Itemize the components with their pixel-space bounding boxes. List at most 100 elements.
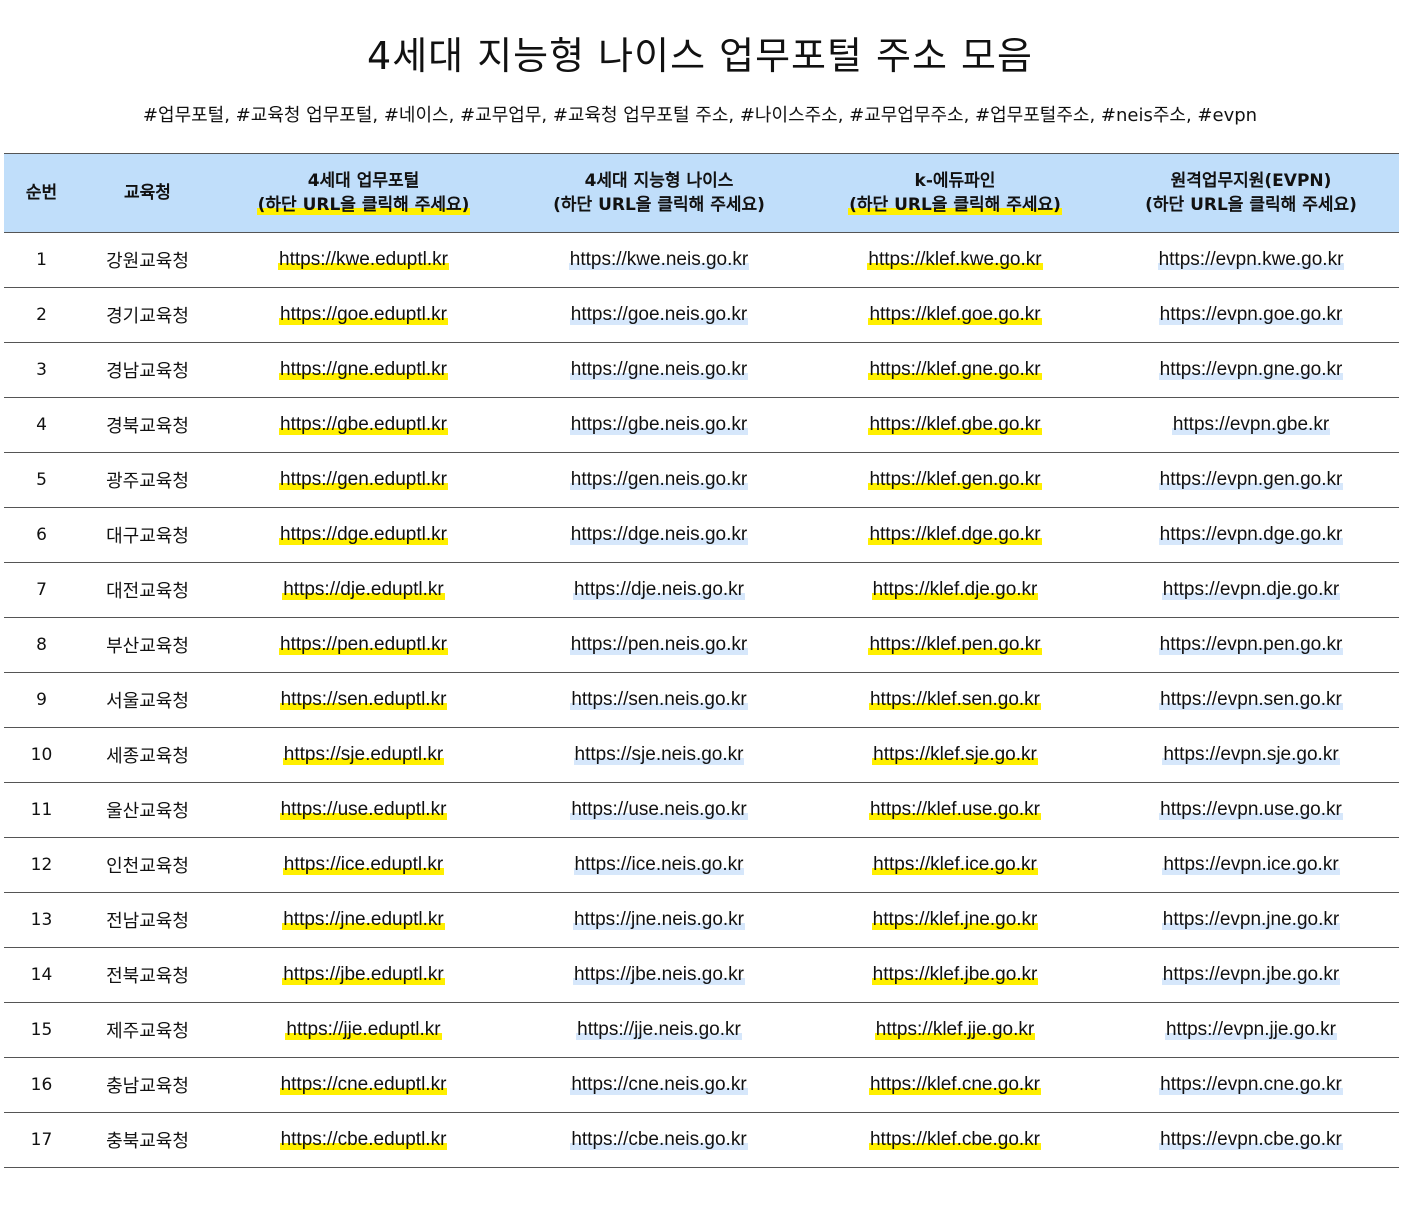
edufine-url-link[interactable]: https://klef.goe.go.kr bbox=[868, 304, 1042, 325]
cell-neis: https://jje.neis.go.kr bbox=[511, 1002, 807, 1058]
neis-url-link[interactable]: https://dge.neis.go.kr bbox=[569, 524, 749, 545]
cell-portal: https://jje.eduptl.kr bbox=[216, 1002, 511, 1058]
cell-evpn: https://evpn.use.go.kr bbox=[1103, 782, 1399, 838]
neis-url-link[interactable]: https://gbe.neis.go.kr bbox=[569, 414, 749, 435]
neis-url-link[interactable]: https://sje.neis.go.kr bbox=[573, 744, 745, 765]
edufine-url-link[interactable]: https://klef.gen.go.kr bbox=[868, 469, 1042, 490]
cell-num: 8 bbox=[4, 617, 79, 673]
neis-url-link[interactable]: https://use.neis.go.kr bbox=[570, 799, 748, 820]
edufine-url-link[interactable]: https://klef.jje.go.kr bbox=[874, 1019, 1036, 1040]
evpn-url-link[interactable]: https://evpn.jne.go.kr bbox=[1161, 909, 1341, 930]
evpn-url-link[interactable]: https://evpn.gen.go.kr bbox=[1158, 469, 1344, 490]
table-header-row: 순번 교육청 4세대 업무포털 (하단 URL을 클릭해 주세요) 4세대 지능… bbox=[4, 153, 1399, 233]
portal-url-link[interactable]: https://gne.eduptl.kr bbox=[279, 359, 448, 380]
row-number: 9 bbox=[36, 690, 47, 710]
portal-url-link[interactable]: https://use.eduptl.kr bbox=[279, 799, 448, 820]
header-portal-note: (하단 URL을 클릭해 주세요) bbox=[256, 195, 471, 215]
evpn-url-link[interactable]: https://evpn.jbe.go.kr bbox=[1161, 964, 1341, 985]
portal-url-link[interactable]: https://cne.eduptl.kr bbox=[279, 1074, 448, 1095]
neis-url-link[interactable]: https://pen.neis.go.kr bbox=[569, 634, 749, 655]
evpn-url-link[interactable]: https://evpn.goe.go.kr bbox=[1158, 304, 1344, 325]
cell-edufine: https://klef.cne.go.kr bbox=[807, 1057, 1103, 1113]
neis-url-link[interactable]: https://gen.neis.go.kr bbox=[569, 469, 749, 490]
office-name: 전남교육청 bbox=[106, 911, 189, 932]
table-row: 8 부산교육청 https://pen.eduptl.kr https://pen.n… bbox=[4, 617, 1399, 673]
evpn-url-link[interactable]: https://evpn.cbe.go.kr bbox=[1159, 1129, 1343, 1150]
portal-url-link[interactable]: https://gbe.eduptl.kr bbox=[279, 414, 448, 435]
evpn-url-link[interactable]: https://evpn.gbe.kr bbox=[1171, 414, 1331, 435]
edufine-url-link[interactable]: https://klef.gne.go.kr bbox=[868, 359, 1042, 380]
neis-url-link[interactable]: https://goe.neis.go.kr bbox=[569, 304, 749, 325]
edufine-url-link[interactable]: https://klef.ice.go.kr bbox=[872, 854, 1038, 875]
edufine-url-link[interactable]: https://klef.pen.go.kr bbox=[868, 634, 1042, 655]
edufine-url-link[interactable]: https://klef.cne.go.kr bbox=[868, 1074, 1042, 1095]
cell-neis: https://jbe.neis.go.kr bbox=[511, 947, 807, 1003]
portal-url-link[interactable]: https://kwe.eduptl.kr bbox=[278, 249, 449, 270]
row-number: 1 bbox=[36, 250, 47, 270]
edufine-url-link[interactable]: https://klef.use.go.kr bbox=[868, 799, 1042, 820]
evpn-url-link[interactable]: https://evpn.jje.go.kr bbox=[1164, 1019, 1338, 1040]
edufine-url-link[interactable]: https://klef.dge.go.kr bbox=[868, 524, 1042, 545]
cell-num: 17 bbox=[4, 1112, 79, 1168]
portal-url-link[interactable]: https://pen.eduptl.kr bbox=[279, 634, 448, 655]
neis-url-link[interactable]: https://sen.neis.go.kr bbox=[570, 689, 748, 710]
neis-url-link[interactable]: https://jje.neis.go.kr bbox=[576, 1019, 742, 1040]
neis-url-link[interactable]: https://cne.neis.go.kr bbox=[570, 1074, 748, 1095]
neis-url-link[interactable]: https://gne.neis.go.kr bbox=[569, 359, 749, 380]
evpn-url-link[interactable]: https://evpn.kwe.go.kr bbox=[1157, 249, 1345, 270]
header-evpn: 원격업무지원(EVPN) (하단 URL을 클릭해 주세요) bbox=[1103, 153, 1399, 233]
evpn-url-link[interactable]: https://evpn.cne.go.kr bbox=[1159, 1074, 1343, 1095]
cell-edufine: https://klef.sen.go.kr bbox=[807, 672, 1103, 728]
portal-url-link[interactable]: https://jbe.eduptl.kr bbox=[282, 964, 445, 985]
portal-url-link[interactable]: https://sen.eduptl.kr bbox=[279, 689, 448, 710]
cell-num: 12 bbox=[4, 837, 79, 893]
cell-neis: https://dge.neis.go.kr bbox=[511, 507, 807, 563]
neis-url-link[interactable]: https://kwe.neis.go.kr bbox=[568, 249, 750, 270]
table-row: 6 대구교육청 https://dge.eduptl.kr https://dge.n… bbox=[4, 507, 1399, 563]
office-name: 경기교육청 bbox=[106, 306, 189, 327]
neis-url-link[interactable]: https://jne.neis.go.kr bbox=[572, 909, 746, 930]
evpn-url-link[interactable]: https://evpn.use.go.kr bbox=[1159, 799, 1343, 820]
neis-url-link[interactable]: https://cbe.neis.go.kr bbox=[570, 1129, 748, 1150]
portal-url-link[interactable]: https://gen.eduptl.kr bbox=[279, 469, 448, 490]
evpn-url-link[interactable]: https://evpn.gne.go.kr bbox=[1158, 359, 1344, 380]
portal-url-link[interactable]: https://dje.eduptl.kr bbox=[282, 579, 445, 600]
portal-url-link[interactable]: https://jne.eduptl.kr bbox=[282, 909, 445, 930]
header-evpn-note: (하단 URL을 클릭해 주세요) bbox=[1145, 195, 1357, 215]
cell-portal: https://ice.eduptl.kr bbox=[216, 837, 511, 893]
evpn-url-link[interactable]: https://evpn.dje.go.kr bbox=[1161, 579, 1341, 600]
cell-portal: https://pen.eduptl.kr bbox=[216, 617, 511, 673]
neis-url-link[interactable]: https://dje.neis.go.kr bbox=[572, 579, 746, 600]
portal-url-link[interactable]: https://cbe.eduptl.kr bbox=[279, 1129, 448, 1150]
office-name: 강원교육청 bbox=[106, 251, 189, 272]
edufine-url-link[interactable]: https://klef.jbe.go.kr bbox=[871, 964, 1039, 985]
cell-num: 1 bbox=[4, 232, 79, 288]
neis-url-link[interactable]: https://ice.neis.go.kr bbox=[573, 854, 745, 875]
cell-office: 충북교육청 bbox=[79, 1112, 216, 1168]
edufine-url-link[interactable]: https://klef.sen.go.kr bbox=[868, 689, 1042, 710]
evpn-url-link[interactable]: https://evpn.sje.go.kr bbox=[1162, 744, 1340, 765]
edufine-url-link[interactable]: https://klef.dje.go.kr bbox=[871, 579, 1039, 600]
portal-url-link[interactable]: https://goe.eduptl.kr bbox=[279, 304, 448, 325]
header-portal: 4세대 업무포털 (하단 URL을 클릭해 주세요) bbox=[216, 153, 511, 233]
evpn-url-link[interactable]: https://evpn.dge.go.kr bbox=[1158, 524, 1344, 545]
portal-url-link[interactable]: https://sje.eduptl.kr bbox=[282, 744, 445, 765]
cell-num: 9 bbox=[4, 672, 79, 728]
evpn-url-link[interactable]: https://evpn.sen.go.kr bbox=[1159, 689, 1343, 710]
edufine-url-link[interactable]: https://klef.jne.go.kr bbox=[871, 909, 1039, 930]
neis-url-link[interactable]: https://jbe.neis.go.kr bbox=[572, 964, 746, 985]
edufine-url-link[interactable]: https://klef.cbe.go.kr bbox=[868, 1129, 1042, 1150]
portal-url-link[interactable]: https://dge.eduptl.kr bbox=[279, 524, 448, 545]
edufine-url-link[interactable]: https://klef.sje.go.kr bbox=[872, 744, 1038, 765]
edufine-url-link[interactable]: https://klef.gbe.go.kr bbox=[868, 414, 1042, 435]
evpn-url-link[interactable]: https://evpn.ice.go.kr bbox=[1162, 854, 1340, 875]
header-office: 교육청 bbox=[79, 153, 216, 233]
portal-url-link[interactable]: https://jje.eduptl.kr bbox=[285, 1019, 442, 1040]
evpn-url-link[interactable]: https://evpn.pen.go.kr bbox=[1158, 634, 1344, 655]
cell-edufine: https://klef.cbe.go.kr bbox=[807, 1112, 1103, 1168]
cell-edufine: https://klef.kwe.go.kr bbox=[807, 232, 1103, 288]
table-row: 12 인천교육청 https://ice.eduptl.kr https://ice.… bbox=[4, 837, 1399, 893]
edufine-url-link[interactable]: https://klef.kwe.go.kr bbox=[867, 249, 1043, 270]
portal-url-link[interactable]: https://ice.eduptl.kr bbox=[282, 854, 445, 875]
cell-portal: https://jbe.eduptl.kr bbox=[216, 947, 511, 1003]
